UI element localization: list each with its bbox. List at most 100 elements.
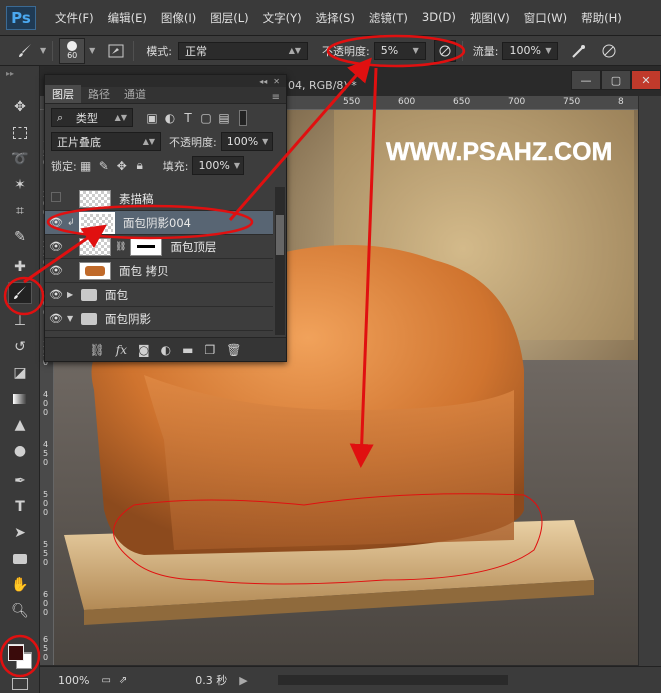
menu-3d[interactable]: 3D(D) xyxy=(415,10,463,26)
status-arrow-icon[interactable]: ▶ xyxy=(239,674,247,687)
layer-row[interactable]: 👁︎ 面包 拷贝 xyxy=(45,259,273,283)
collapse-icon[interactable]: ◂◂ xyxy=(259,77,267,86)
eye-icon[interactable]: 👁︎ xyxy=(45,264,67,277)
maximize-button[interactable]: ▢ xyxy=(601,70,631,90)
eye-icon[interactable]: 👁︎ xyxy=(45,288,67,301)
lock-all-icon[interactable]: 🔒︎ xyxy=(131,157,149,175)
filter-toggle[interactable] xyxy=(239,109,247,126)
blur-tool-icon[interactable]: ▲ xyxy=(8,414,32,436)
foreground-color[interactable] xyxy=(8,645,24,661)
document-tab[interactable]: 04, RGB/8) * xyxy=(288,74,357,96)
menu-file[interactable]: 文件(F) xyxy=(48,10,101,26)
flow-input[interactable]: 100% ▼ xyxy=(502,41,559,60)
panel-menu-icon[interactable]: ≡ xyxy=(272,92,280,103)
menu-layer[interactable]: 图层(L) xyxy=(203,10,255,26)
pressure-size-icon[interactable] xyxy=(598,40,620,62)
quick-mask-icon[interactable] xyxy=(12,678,28,690)
tab-channels[interactable]: 通道 xyxy=(117,85,153,103)
status-icon[interactable]: ▭ xyxy=(101,675,110,686)
shape-filter-icon[interactable]: ▢ xyxy=(197,109,215,127)
lock-transparent-icon[interactable]: ▦ xyxy=(77,157,95,175)
expand-arrow-icon[interactable]: ▶ xyxy=(67,290,81,299)
layer-row[interactable]: 👁︎ ⛓︎ 面包顶层 xyxy=(45,235,273,259)
menu-type[interactable]: 文字(Y) xyxy=(256,10,309,26)
eraser-tool-icon[interactable]: ◪ xyxy=(8,362,32,384)
chevron-down-icon[interactable]: ▼ xyxy=(89,46,95,55)
marquee-tool-icon[interactable] xyxy=(8,122,32,144)
collapse-arrow-icon[interactable]: ▼ xyxy=(67,314,81,323)
eyedropper-tool-icon[interactable]: ✎ xyxy=(8,226,32,248)
brush-tool-icon[interactable] xyxy=(14,40,36,62)
type-tool-icon[interactable]: T xyxy=(8,496,32,518)
lock-pixels-icon[interactable]: ✎ xyxy=(95,157,113,175)
mode-dropdown[interactable]: 正常 ▲▼ xyxy=(178,41,309,60)
path-selection-tool-icon[interactable]: ➤ xyxy=(8,522,32,544)
tab-paths[interactable]: 路径 xyxy=(81,85,117,103)
tab-layers[interactable]: 图层 xyxy=(45,85,81,103)
brush-tool-icon[interactable] xyxy=(8,282,32,304)
menu-help[interactable]: 帮助(H) xyxy=(574,10,629,26)
vertical-scrollbar[interactable] xyxy=(639,96,661,666)
scroll-thumb[interactable] xyxy=(276,215,284,255)
hand-tool-icon[interactable]: ✋ xyxy=(8,574,32,596)
pressure-opacity-icon[interactable] xyxy=(433,39,456,62)
pixel-filter-icon[interactable]: ▣ xyxy=(143,109,161,127)
opacity-input[interactable]: 5% ▼ xyxy=(373,41,426,60)
airbrush-icon[interactable] xyxy=(568,40,590,62)
rectangle-tool-icon[interactable] xyxy=(8,548,32,570)
minimize-button[interactable]: — xyxy=(571,70,601,90)
blend-mode-dropdown[interactable]: 正片叠底 ▲▼ xyxy=(51,132,161,151)
menu-view[interactable]: 视图(V) xyxy=(463,10,517,26)
add-mask-icon[interactable]: ◙ xyxy=(138,343,150,357)
new-layer-icon[interactable]: ❐ xyxy=(204,343,215,357)
crop-tool-icon[interactable]: ⌗ xyxy=(8,200,32,222)
clone-stamp-tool-icon[interactable]: ⊥ xyxy=(8,310,32,332)
adjustment-filter-icon[interactable]: ◐ xyxy=(161,109,179,127)
trash-icon[interactable]: 🗑︎ xyxy=(226,343,241,357)
layer-row[interactable]: 👁︎ ▼ 面包阴影 xyxy=(45,307,273,331)
healing-brush-tool-icon[interactable]: ✚ xyxy=(8,256,32,278)
lock-label: 锁定: xyxy=(51,159,77,173)
brush-panel-toggle-icon[interactable] xyxy=(105,40,127,62)
menu-filter[interactable]: 滤镜(T) xyxy=(362,10,415,26)
link-layers-icon[interactable]: ⛓︎ xyxy=(90,343,105,357)
new-group-icon[interactable]: ▬ xyxy=(182,343,193,357)
close-icon[interactable]: ✕ xyxy=(273,77,280,86)
menu-edit[interactable]: 编辑(E) xyxy=(101,10,154,26)
smart-object-filter-icon[interactable]: ▤ xyxy=(215,109,233,127)
fill-input[interactable]: 100% ▼ xyxy=(192,156,245,175)
dodge-tool-icon[interactable]: ● xyxy=(8,440,32,462)
zoom-level[interactable]: 100% xyxy=(58,674,89,687)
brush-preset-picker[interactable]: 60 xyxy=(59,37,86,64)
lasso-tool-icon[interactable]: ➰ xyxy=(8,148,32,170)
layer-filter-dropdown[interactable]: ⌕ 类型 ▲▼ xyxy=(51,108,133,127)
layer-opacity-input[interactable]: 100% ▼ xyxy=(220,132,273,151)
menu-select[interactable]: 选择(S) xyxy=(309,10,362,26)
export-icon[interactable]: ⇗ xyxy=(119,675,127,686)
chain-link-icon[interactable]: ⛓︎ xyxy=(115,242,126,252)
zoom-tool-icon[interactable]: 🔍︎ xyxy=(8,600,32,622)
layer-row[interactable]: 素描稿 xyxy=(45,187,273,211)
collapse-icon[interactable]: ▸▸ xyxy=(6,69,14,78)
lock-position-icon[interactable]: ✥ xyxy=(113,157,131,175)
layers-scrollbar[interactable] xyxy=(275,187,285,335)
pen-tool-icon[interactable]: ✒ xyxy=(8,470,32,492)
visibility-toggle[interactable] xyxy=(45,192,67,205)
layer-row-selected[interactable]: 👁︎ ↲ 面包阴影004 xyxy=(45,211,273,235)
type-filter-icon[interactable]: T xyxy=(179,109,197,127)
menu-window[interactable]: 窗口(W) xyxy=(517,10,574,26)
adjustment-layer-icon[interactable]: ◐ xyxy=(161,343,171,357)
horizontal-scrollbar[interactable] xyxy=(277,675,508,685)
move-tool-icon[interactable]: ✥ xyxy=(8,96,32,118)
layer-style-icon[interactable]: fx xyxy=(116,343,127,357)
layer-row[interactable]: 👁︎ ▶ 面包 xyxy=(45,283,273,307)
eye-icon[interactable]: 👁︎ xyxy=(45,312,67,325)
eye-icon[interactable]: 👁︎ xyxy=(45,240,67,253)
gradient-tool-icon[interactable] xyxy=(8,388,32,410)
magic-wand-tool-icon[interactable]: ✶ xyxy=(8,174,32,196)
close-button[interactable]: ✕ xyxy=(631,70,661,90)
history-brush-tool-icon[interactable]: ↺ xyxy=(8,336,32,358)
chevron-down-icon[interactable]: ▼ xyxy=(40,46,46,55)
menu-image[interactable]: 图像(I) xyxy=(154,10,203,26)
eye-icon[interactable]: 👁︎ xyxy=(45,216,67,229)
